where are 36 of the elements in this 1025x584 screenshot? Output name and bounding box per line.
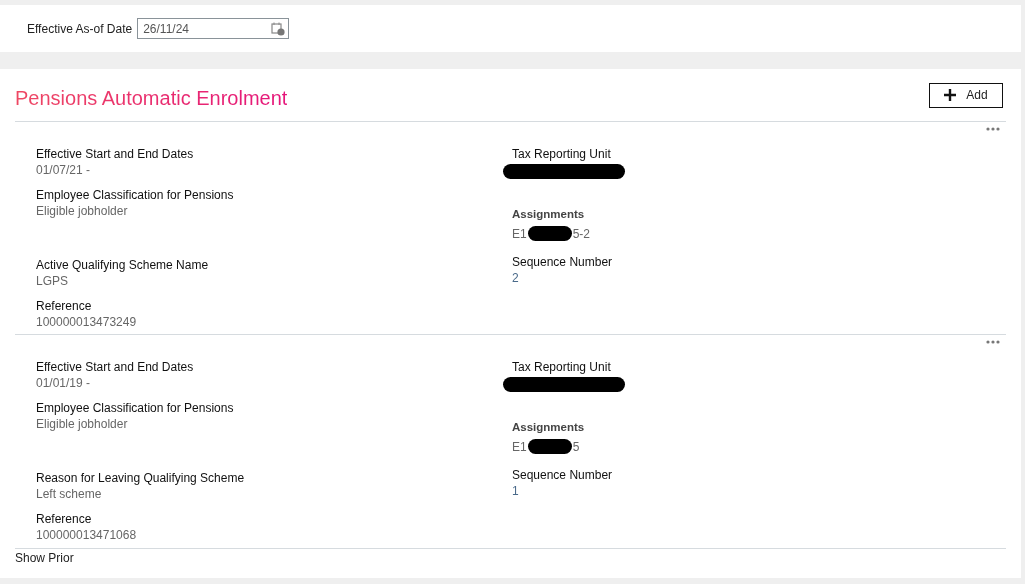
add-button[interactable]: Add — [929, 82, 1003, 108]
field-label: Sequence Number — [512, 254, 613, 270]
calendar-icon[interactable] — [271, 22, 286, 36]
field-label: Tax Reporting Unit — [512, 146, 611, 162]
field-value: LGPS — [36, 273, 68, 289]
field-label: Active Qualifying Scheme Name — [36, 257, 209, 273]
field-value: E1 — [512, 226, 527, 241]
field-label: Employee Classification for Pensions — [36, 187, 234, 203]
field-label: Sequence Number — [512, 467, 613, 483]
field-value: 5-2 — [572, 226, 591, 241]
plus-icon — [944, 89, 957, 101]
field-value: 2 — [512, 270, 519, 286]
field-value: E1 — [512, 439, 527, 454]
field-value: 100000013471068 — [36, 527, 137, 543]
field-label: Assignments — [512, 420, 585, 435]
field-value: 5 — [572, 439, 580, 454]
field-value: 01/07/21 - — [36, 162, 91, 178]
field-value: Left scheme — [36, 486, 102, 502]
field-label: Effective Start and End Dates — [36, 359, 194, 375]
field-value: Eligible jobholder — [36, 416, 128, 432]
date-field[interactable]: 26/11/24 — [137, 18, 290, 39]
field-label: Reason for Leaving Qualifying Scheme — [36, 470, 245, 486]
field-value: Eligible jobholder — [36, 203, 128, 219]
field-label: Reference — [36, 298, 92, 314]
field-value: 1 — [512, 483, 519, 499]
field-label: Employee Classification for Pensions — [36, 400, 234, 416]
field-label: Assignments — [512, 207, 585, 222]
field-value: 01/01/19 - — [36, 375, 91, 391]
field-label: Effective Start and End Dates — [36, 146, 194, 162]
field-label: Reference — [36, 511, 92, 527]
more-options-icon[interactable] — [986, 340, 1000, 344]
field-label: Tax Reporting Unit — [512, 359, 611, 375]
field-label: Effective As-of Date — [27, 21, 133, 36]
more-options-icon[interactable] — [986, 127, 1000, 131]
field-value: 100000013473249 — [36, 314, 137, 330]
show-prior-link[interactable]: Show Prior — [15, 551, 74, 565]
